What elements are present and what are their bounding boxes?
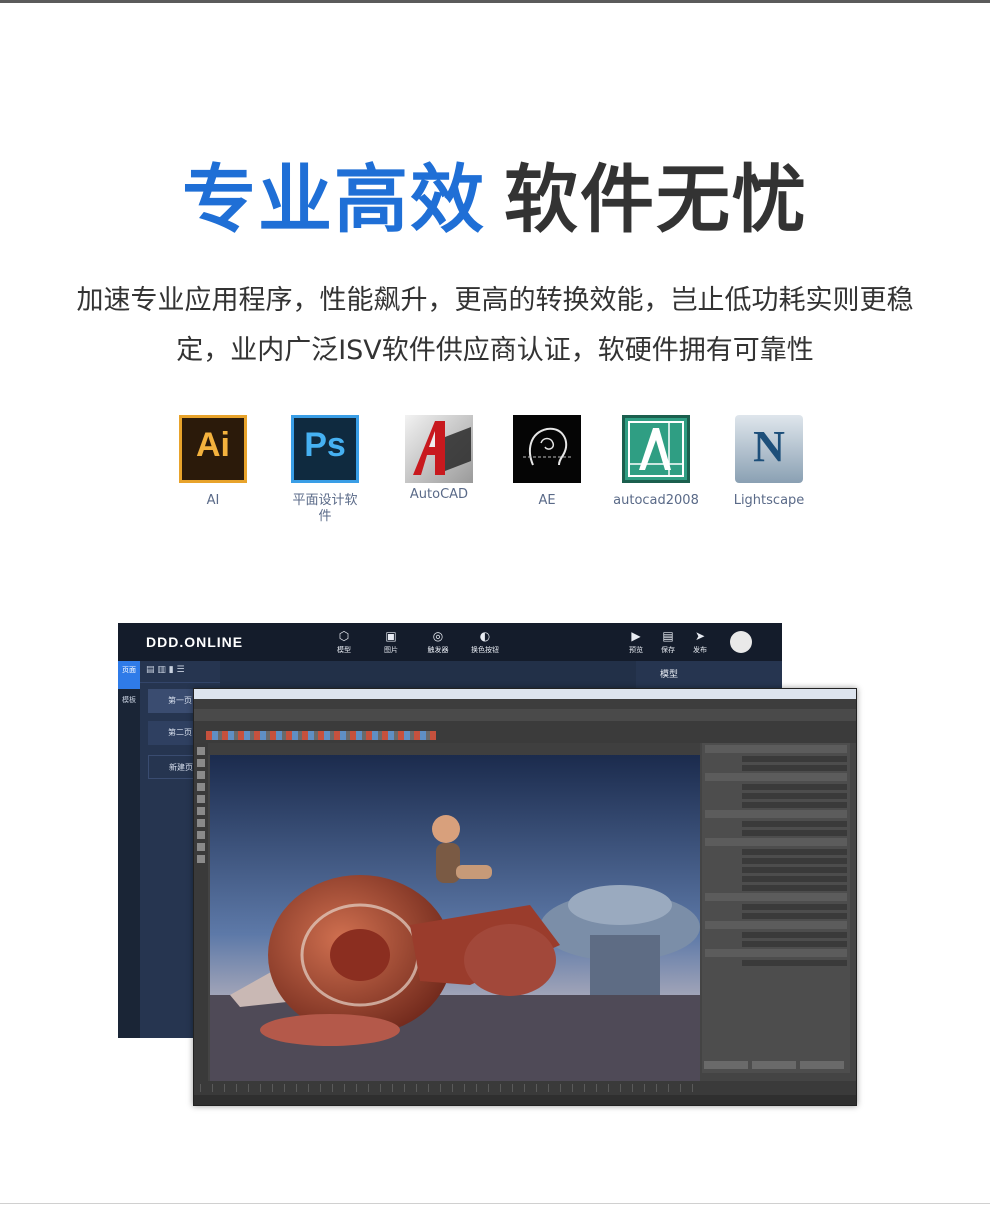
autocad-icon [405, 415, 473, 483]
software-item-lightscape: N Lightscape [714, 415, 824, 509]
ddd-logo: DDD.ONLINE [146, 634, 244, 650]
software-label: AE [538, 493, 556, 508]
time-slider[interactable] [194, 1081, 856, 1095]
ddd-publish-button[interactable]: ➤ 发布 [680, 629, 720, 655]
bottom-divider [0, 1203, 990, 1204]
range-slider [194, 1095, 856, 1105]
software-list: Ai AI Ps 平面设计软件 AutoCAD AE autocad2008 N… [0, 415, 990, 535]
photoshop-icon: Ps [291, 415, 359, 483]
software-item-autocad2008: autocad2008 [601, 415, 711, 509]
after-effects-icon [513, 415, 581, 483]
description-line-1: 加速专业应用程序，性能飙升，更高的转换效能，岂止低功耗实则更稳 [76, 285, 914, 316]
page-panel-toolbar: ▤ ▥ ▮ ☰ [140, 661, 220, 683]
software-item-autocad: AutoCAD [384, 415, 494, 503]
shelf-icons [206, 731, 436, 740]
software-label: autocad2008 [613, 493, 699, 508]
ddd-left-tabs: 页面 模板 [118, 661, 140, 1038]
ddd-tool-model[interactable]: ⬡ 模型 [324, 629, 364, 655]
description-line-2: 定，业内广泛ISV软件供应商认证，软硬件拥有可靠性 [176, 335, 814, 366]
software-label: AutoCAD [409, 487, 469, 502]
ddd-tool-image[interactable]: ▣ 图片 [371, 629, 411, 655]
software-item-ai: Ai AI [158, 415, 268, 509]
ddd-tool-recolor[interactable]: ◐ 换色按钮 [465, 629, 505, 655]
software-label: 平面设计软件 [292, 493, 358, 524]
headline-dark: 软件无忧 [504, 157, 808, 243]
palette-icon: ◐ [479, 629, 491, 643]
maya-menu-bar [194, 699, 856, 709]
autocad2008-icon [622, 415, 690, 483]
ddd-tool-trigger[interactable]: ◎ 触发器 [418, 629, 458, 655]
send-icon: ➤ [694, 629, 706, 643]
headline: 专业高效 软件无忧 [0, 150, 990, 250]
cube-icon: ⬡ [338, 629, 350, 643]
trigger-icon: ◎ [432, 629, 444, 643]
ai-icon: Ai [179, 415, 247, 483]
viewport-menu [208, 743, 700, 755]
attribute-editor-buttons[interactable] [704, 1061, 848, 1069]
maya-shelf [194, 721, 856, 743]
maya-status-line [194, 709, 856, 721]
3d-software-screenshot [193, 688, 857, 1106]
software-label: AI [206, 493, 220, 508]
headline-blue: 专业高效 [182, 157, 486, 243]
maya-toolbox [194, 743, 208, 1089]
lightscape-icon: N [735, 415, 803, 483]
tab-templates[interactable]: 模板 [118, 695, 140, 721]
render-viewport [210, 755, 700, 1081]
image-icon: ▣ [385, 629, 397, 643]
maya-title-bar [194, 689, 856, 699]
ddd-top-bar: DDD.ONLINE ⬡ 模型 ▣ 图片 ◎ 触发器 ◐ 换色按钮 ▶ 预览 ▤ 保存 ➤ 发… [118, 623, 782, 661]
software-item-ae: AE [492, 415, 602, 509]
panel-title: 模型 [660, 670, 679, 680]
attribute-editor [702, 743, 850, 1073]
software-label: Lightscape [733, 493, 805, 508]
avatar[interactable] [730, 631, 752, 653]
tab-pages[interactable]: 页面 [118, 661, 140, 689]
top-divider [0, 0, 990, 3]
software-item-photoshop: Ps 平面设计软件 [270, 415, 380, 525]
